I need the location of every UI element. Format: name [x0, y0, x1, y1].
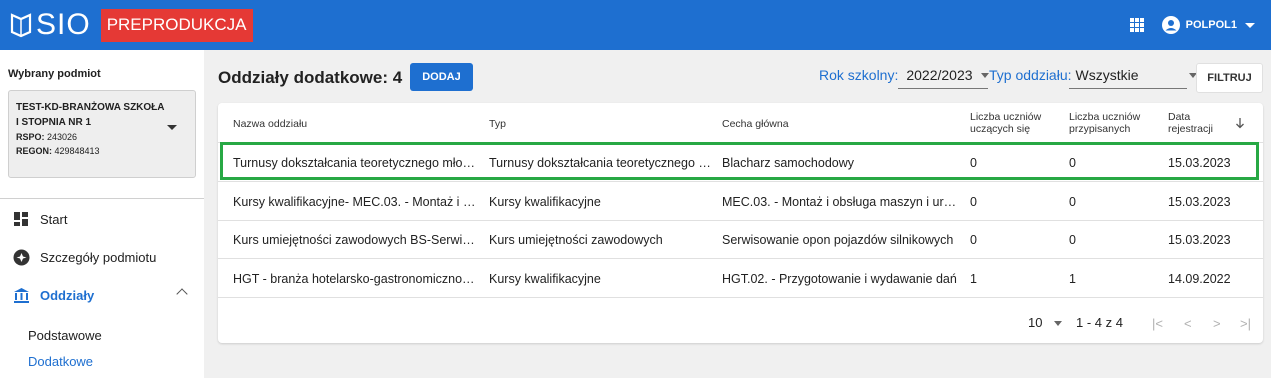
cell-assigned: 0	[1069, 156, 1076, 170]
cell-learning: 1	[970, 272, 977, 286]
column-header-feature[interactable]: Cecha główna	[722, 118, 789, 130]
cell-learning: 0	[970, 195, 977, 209]
cell-name: Kursy kwalifikacyjne- MEC.03. - Montaż i…	[233, 195, 478, 209]
page-size-chevron-down-icon[interactable]	[1054, 321, 1062, 326]
page-title: Oddziały dodatkowe: 4	[218, 68, 403, 87]
user-name[interactable]: POLPOL1	[1186, 19, 1237, 31]
branch-type-label: Typ oddziału:	[989, 67, 1072, 83]
column-header-type[interactable]: Typ	[489, 118, 506, 130]
last-page-icon[interactable]: >|	[1240, 316, 1251, 331]
page-size-select[interactable]: 10	[1028, 315, 1042, 330]
cell-type: Kurs umiejętności zawodowych	[489, 233, 663, 247]
cell-name: Turnusy dokształcania teoretycznego mło…	[233, 156, 476, 170]
cell-feature: Blacharz samochodowy	[722, 156, 855, 170]
chevron-up-icon[interactable]	[176, 288, 188, 300]
cell-name: Kurs umiejętności zawodowych BS-Serwis…	[233, 233, 478, 247]
column-header-name[interactable]: Nazwa oddziału	[233, 118, 307, 130]
cell-assigned: 0	[1069, 233, 1076, 247]
page-range: 1 - 4 z 4	[1076, 315, 1123, 330]
entity-name: TEST-KD-BRANŻOWA SZKOŁA I STOPNIA NR 1	[16, 102, 165, 128]
cell-type: Turnusy dokształcania teoretycznego …	[489, 156, 711, 170]
cell-learning: 0	[970, 156, 977, 170]
cell-assigned: 1	[1069, 272, 1076, 286]
school-year-underline	[898, 88, 988, 89]
table-header: Nazwa oddziału Typ Cecha główna Liczba u…	[218, 103, 1263, 143]
user-menu-chevron-down-icon[interactable]	[1245, 22, 1255, 28]
cell-feature: Serwisowanie opon pojazdów silnikowych	[722, 233, 954, 247]
chevron-down-icon[interactable]	[980, 72, 989, 78]
sidebar-item-start[interactable]: Start	[0, 200, 204, 238]
sort-arrow-down-icon[interactable]	[1235, 117, 1245, 129]
environment-badge: PREPRODUKCJA	[100, 8, 253, 42]
logo-text: SIO	[36, 8, 91, 41]
entity-rspo: RSPO: 243026	[16, 132, 78, 142]
cell-type: Kursy kwalifikacyjne	[489, 272, 601, 286]
cell-feature: HGT.02. - Przygotowanie i wydawanie dań	[722, 272, 957, 286]
school-year-label: Rok szkolny:	[819, 67, 899, 83]
column-header-registration-date[interactable]: Data rejestracji	[1168, 111, 1213, 135]
first-page-icon[interactable]: |<	[1152, 316, 1163, 331]
table-row[interactable]: HGT - branża hotelarsko-gastronomiczno-t…	[218, 260, 1263, 298]
school-year-value[interactable]: 2022/2023	[906, 67, 972, 83]
sidebar-subitem-basic[interactable]: Podstawowe	[0, 322, 204, 348]
entity-selector[interactable]: TEST-KD-BRANŻOWA SZKOŁA I STOPNIA NR 1 R…	[8, 90, 196, 178]
table-row[interactable]: Turnusy dokształcania teoretycznego mło……	[218, 144, 1263, 182]
sidebar-item-label: Oddziały	[40, 287, 95, 303]
entity-regon: REGON: 429848413	[16, 146, 100, 156]
dashboard-icon	[12, 210, 30, 228]
branch-type-filter[interactable]: Typ oddziału: Wszystkie	[989, 67, 1197, 89]
table-pagination: 10 1 - 4 z 4 |< < > >|	[218, 303, 1263, 341]
branch-type-underline	[1069, 88, 1187, 89]
cell-learning: 0	[970, 233, 977, 247]
account-icon[interactable]	[1161, 16, 1180, 34]
sidebar-subitem-additional[interactable]: Dodatkowe	[0, 348, 204, 374]
sidebar: Wybrany podmiot TEST-KD-BRANŻOWA SZKOŁA …	[0, 50, 204, 378]
cell-feature: MEC.03. - Montaż i obsługa maszyn i urz…	[722, 195, 962, 209]
selected-entity-heading: Wybrany podmiot	[8, 68, 101, 80]
table-row[interactable]: Kursy kwalifikacyjne- MEC.03. - Montaż i…	[218, 183, 1263, 221]
cell-date: 15.03.2023	[1168, 156, 1231, 170]
sidebar-divider	[0, 198, 204, 199]
top-app-bar: SIO PREPRODUKCJA POLPOL1	[0, 0, 1271, 50]
branches-table: Nazwa oddziału Typ Cecha główna Liczba u…	[218, 103, 1263, 343]
logo-mark-icon	[10, 13, 32, 38]
add-button[interactable]: DODAJ	[410, 63, 473, 91]
sidebar-item-entity-details[interactable]: Szczegóły podmiotu	[0, 238, 204, 276]
logo[interactable]: SIO	[10, 8, 91, 42]
sidebar-item-branches[interactable]: Oddziały	[0, 276, 204, 314]
school-year-filter[interactable]: Rok szkolny: 2022/2023	[819, 67, 989, 89]
cell-date: 14.09.2022	[1168, 272, 1231, 286]
institution-icon	[12, 286, 30, 304]
column-header-assigned[interactable]: Liczba uczniów przypisanych	[1069, 111, 1140, 135]
sidebar-item-label: Start	[40, 211, 68, 227]
cell-assigned: 0	[1069, 195, 1076, 209]
cell-type: Kursy kwalifikacyjne	[489, 195, 601, 209]
cell-date: 15.03.2023	[1168, 195, 1231, 209]
previous-page-icon[interactable]: <	[1184, 316, 1192, 331]
sidebar-nav: Start Szczegóły podmiotu Oddziały Podsta…	[0, 200, 204, 374]
branch-type-value[interactable]: Wszystkie	[1076, 67, 1139, 83]
sidebar-item-label: Szczegóły podmiotu	[40, 249, 157, 265]
cell-date: 15.03.2023	[1168, 233, 1231, 247]
table-row[interactable]: Kurs umiejętności zawodowych BS-Serwis… …	[218, 221, 1263, 259]
column-header-learning[interactable]: Liczba uczniów uczących się	[970, 111, 1041, 135]
next-page-icon[interactable]: >	[1213, 316, 1221, 331]
info-icon	[12, 248, 30, 266]
cell-name: HGT - branża hotelarsko-gastronomiczno-t…	[233, 272, 478, 286]
entity-chevron-down-icon[interactable]	[167, 125, 177, 130]
filter-button[interactable]: FILTRUJ	[1196, 63, 1263, 93]
apps-grid-icon[interactable]	[1129, 18, 1144, 32]
page-header: Oddziały dodatkowe: 4 DODAJ Rok szkolny:…	[204, 50, 1271, 100]
